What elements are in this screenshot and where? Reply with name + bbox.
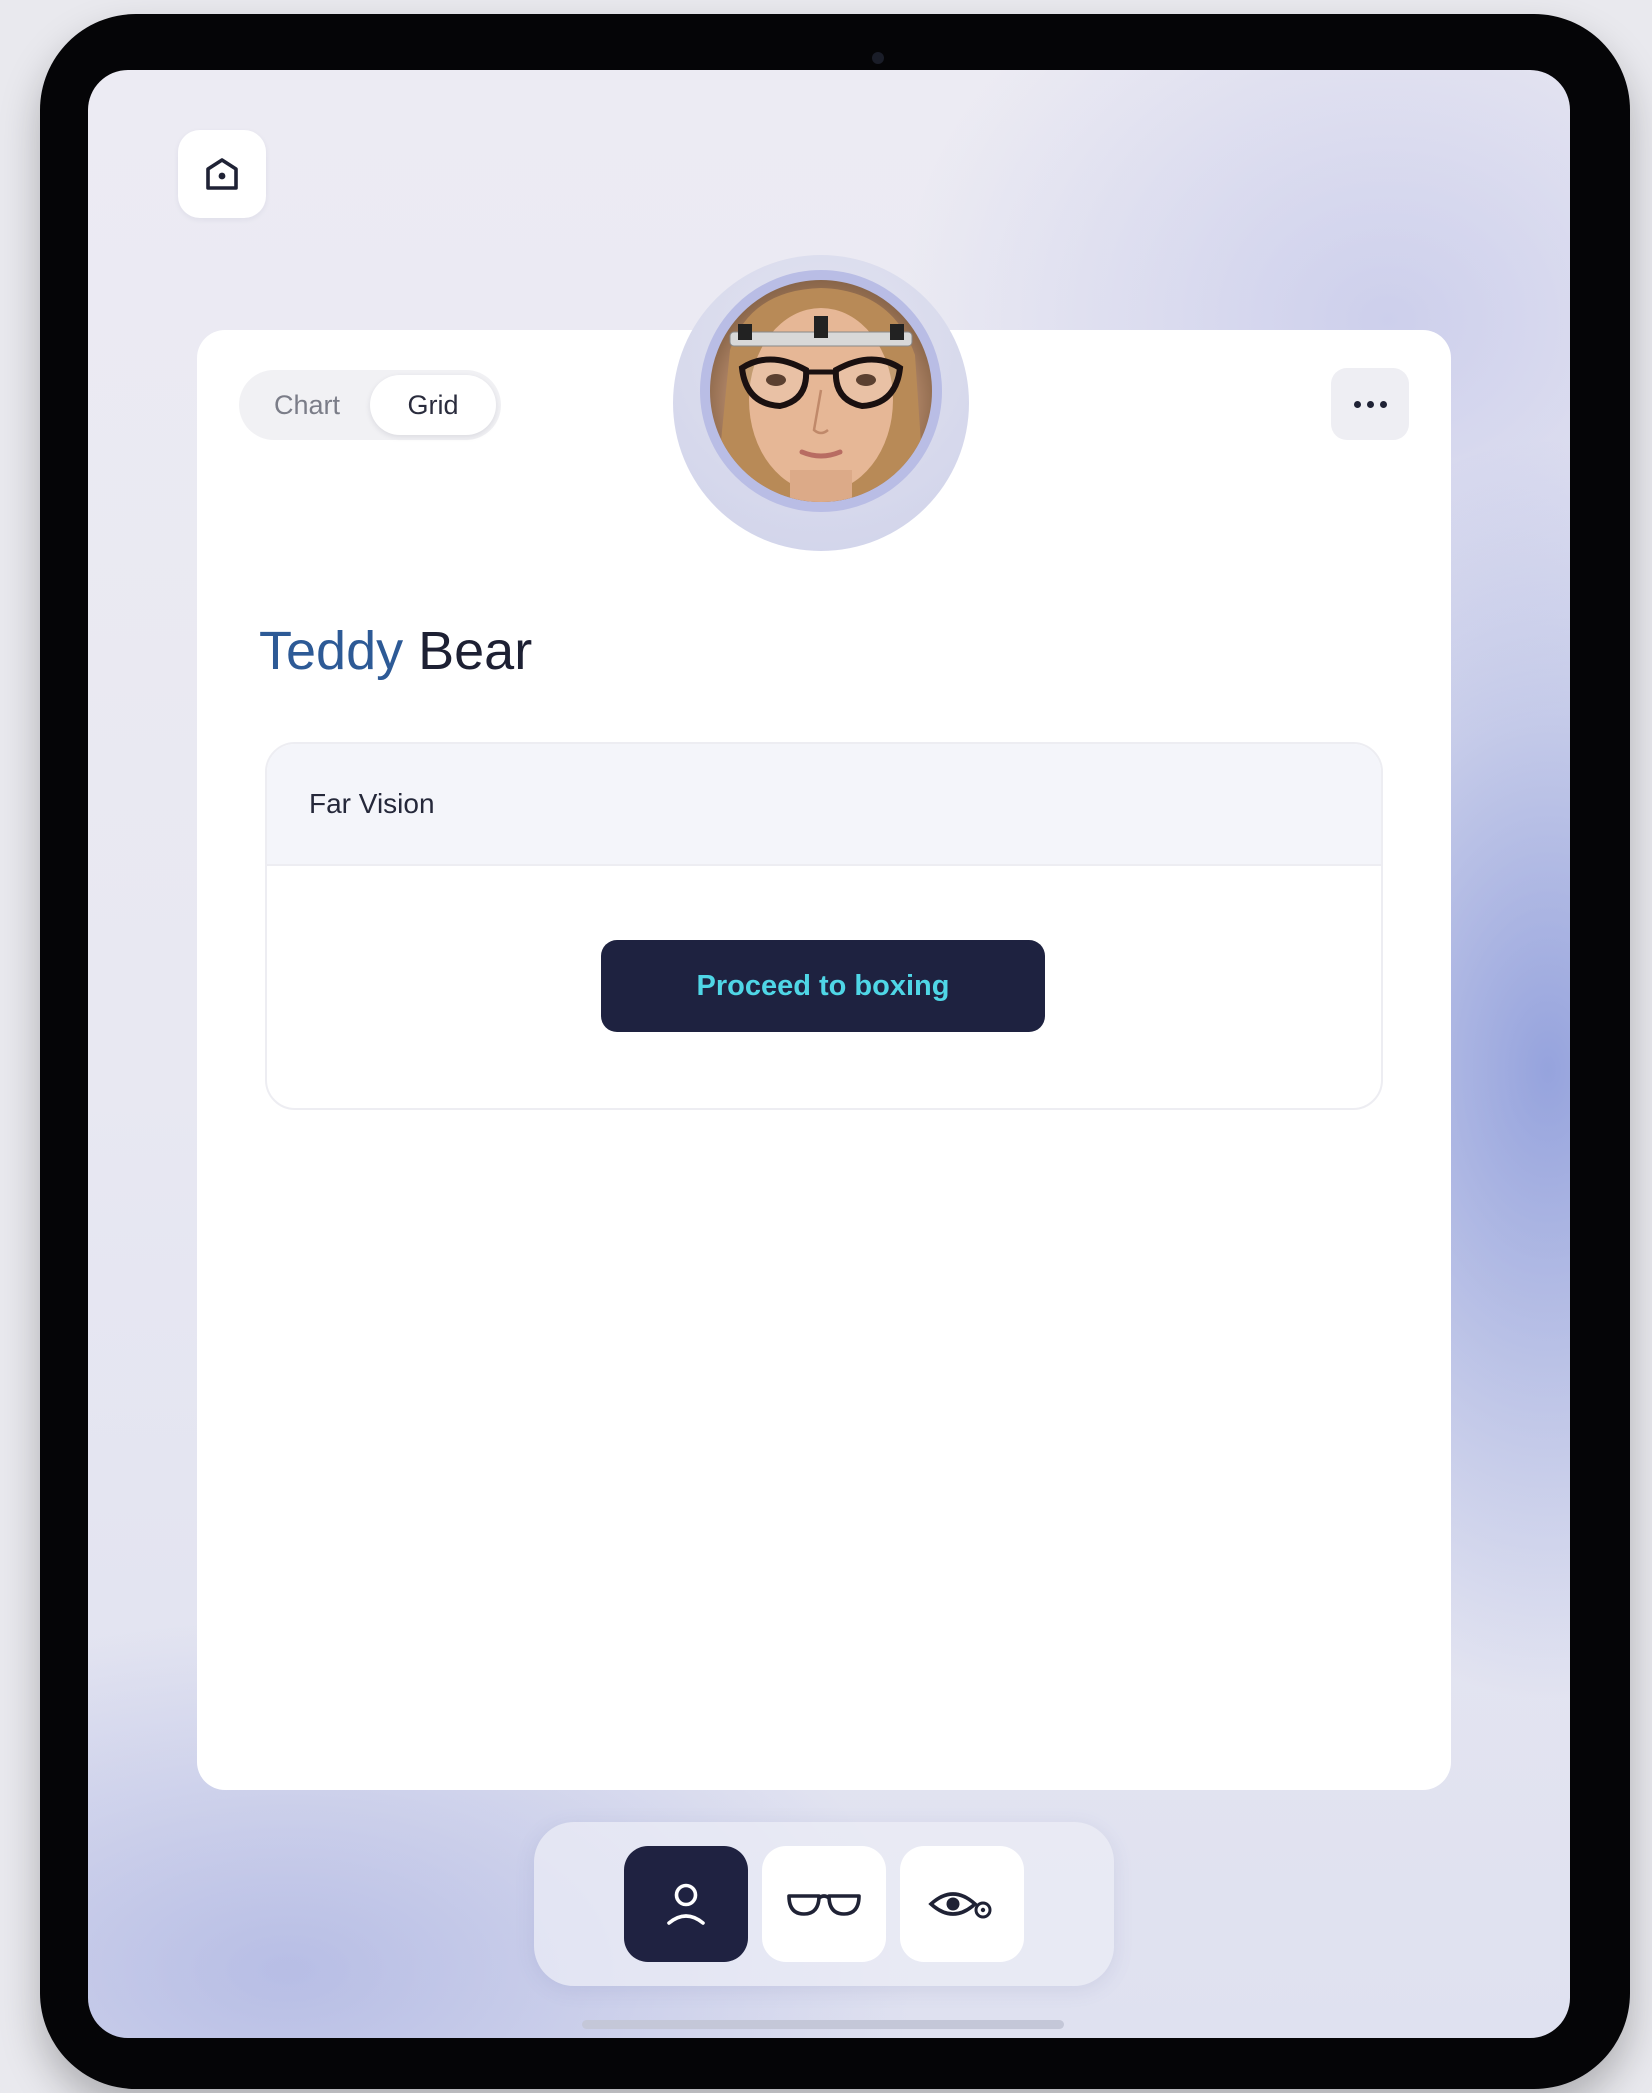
home-icon — [206, 158, 238, 190]
glasses-icon — [787, 1894, 861, 1916]
patient-photo — [715, 288, 925, 502]
home-indicator[interactable] — [582, 2020, 1064, 2029]
home-button[interactable] — [178, 130, 266, 218]
tablet-device: Chart Grid Teddy Bear Far Vision Proceed… — [40, 14, 1630, 2089]
more-horizontal-icon — [1353, 400, 1387, 408]
patient-avatar[interactable] — [700, 270, 942, 512]
front-camera — [872, 52, 884, 64]
toggle-grid[interactable]: Grid — [370, 375, 496, 435]
patient-last-name: Bear — [418, 621, 533, 681]
user-icon — [667, 1883, 705, 1925]
bottom-navigation — [534, 1822, 1114, 1986]
more-button[interactable] — [1331, 368, 1409, 440]
view-toggle: Chart Grid — [239, 370, 501, 440]
nav-frames[interactable] — [762, 1846, 886, 1962]
nav-patient[interactable] — [624, 1846, 748, 1962]
nav-vision[interactable] — [900, 1846, 1024, 1962]
patient-first-name: Teddy — [259, 621, 404, 681]
eye-settings-icon — [928, 1892, 992, 1919]
proceed-to-boxing-button[interactable]: Proceed to boxing — [601, 940, 1045, 1032]
toggle-chart[interactable]: Chart — [244, 375, 370, 435]
screen: Chart Grid Teddy Bear Far Vision Proceed… — [88, 70, 1570, 2038]
far-vision-title: Far Vision — [267, 744, 1381, 866]
patient-name: Teddy Bear — [259, 620, 532, 682]
far-vision-panel: Far Vision Proceed to boxing — [265, 742, 1383, 1110]
